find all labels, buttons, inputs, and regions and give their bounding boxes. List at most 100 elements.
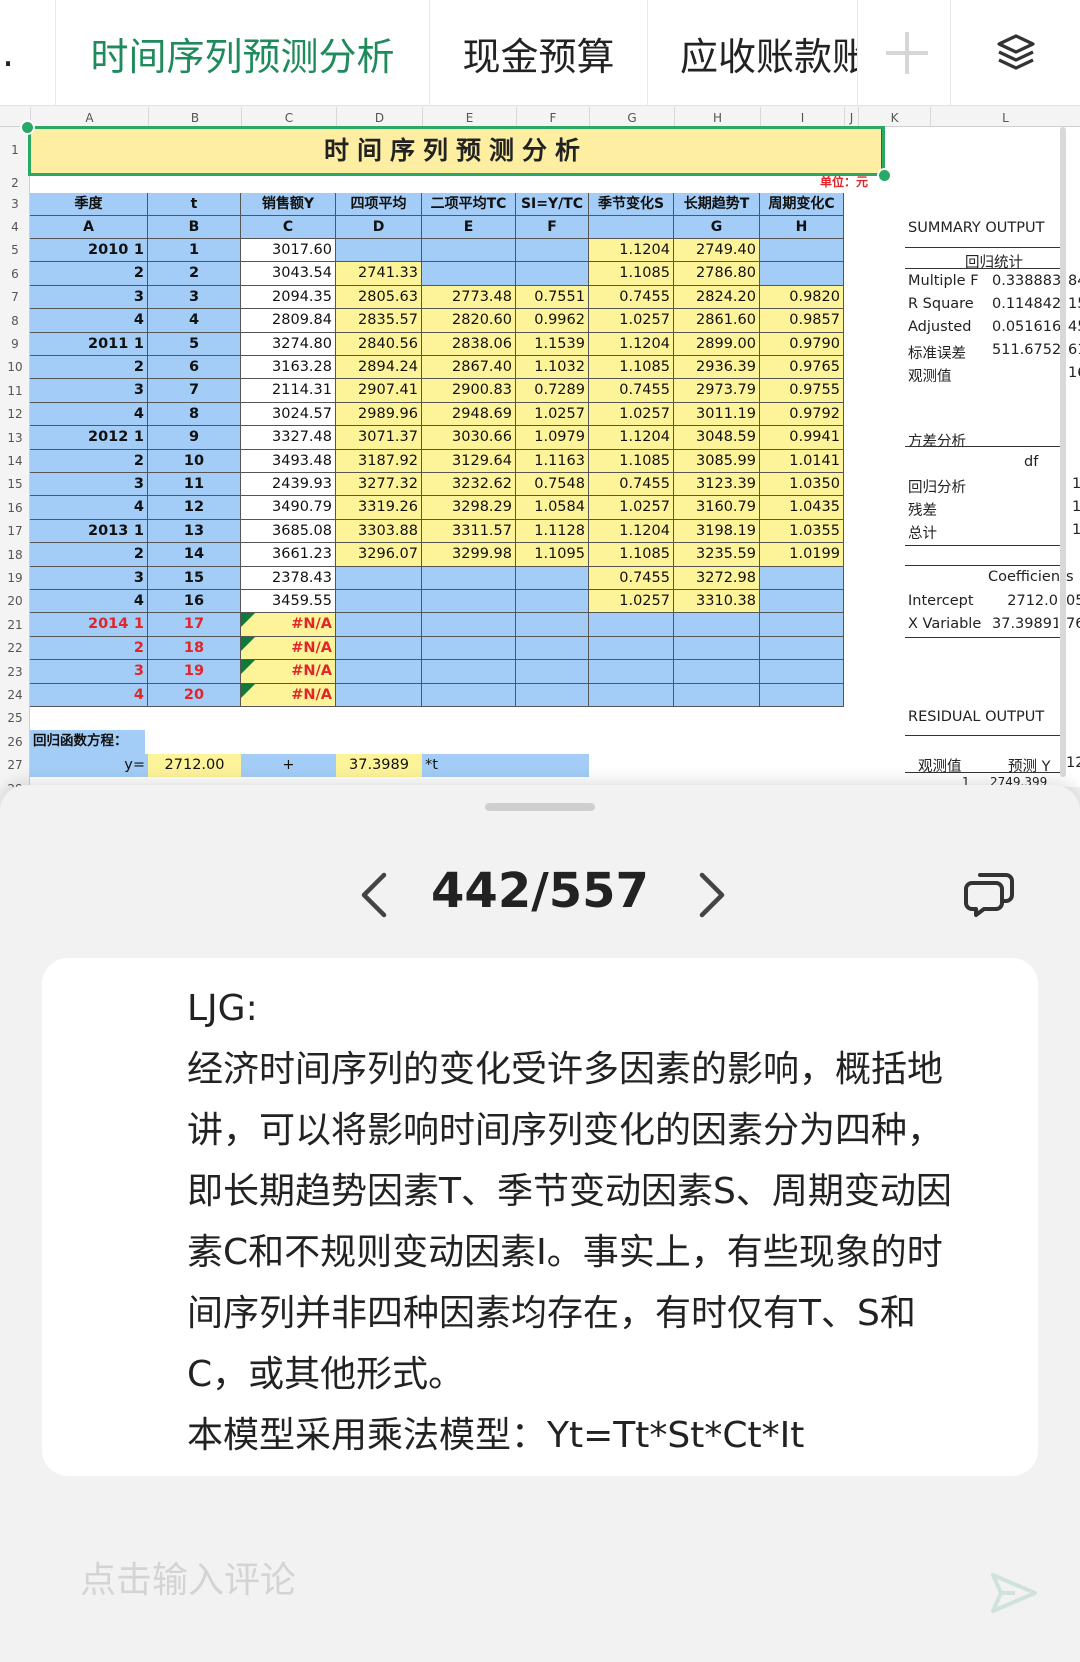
sales-cell[interactable]: 3661.23 bbox=[241, 543, 336, 567]
seasonal-cell[interactable] bbox=[589, 660, 674, 684]
quarter-cell[interactable]: 3 bbox=[30, 473, 148, 496]
t-cell[interactable]: 10 bbox=[148, 450, 241, 473]
spreadsheet-view[interactable]: ABCDEFGHIJKL 1 2 3 4 5 6 7 8 9 10 11 12 13 14 15 16 17 18… bbox=[0, 107, 1080, 787]
two-avg-cell[interactable]: 3129.64 bbox=[422, 450, 516, 473]
cycle-cell[interactable] bbox=[760, 567, 844, 590]
column-header[interactable]: H bbox=[674, 107, 760, 127]
letter-cell[interactable]: C bbox=[241, 216, 336, 239]
row-header[interactable]: 20 bbox=[0, 590, 30, 613]
selection-handle-bottom-right[interactable] bbox=[877, 168, 892, 183]
header-cell[interactable]: t bbox=[148, 193, 241, 216]
add-sheet-plus-icon[interactable] bbox=[882, 28, 932, 78]
cycle-cell[interactable]: 0.9790 bbox=[760, 333, 844, 356]
t-cell[interactable]: 18 bbox=[148, 637, 241, 660]
two-avg-cell[interactable]: 2867.40 bbox=[422, 356, 516, 379]
trend-cell[interactable]: 2786.80 bbox=[674, 262, 760, 286]
row-header[interactable]: 27 bbox=[0, 754, 30, 777]
si-cell[interactable] bbox=[516, 613, 589, 637]
header-cell[interactable]: 二项平均TC bbox=[422, 193, 516, 216]
seasonal-cell[interactable]: 1.1204 bbox=[589, 333, 674, 356]
four-avg-cell[interactable] bbox=[336, 239, 422, 262]
si-cell[interactable]: 0.7289 bbox=[516, 379, 589, 403]
seasonal-cell[interactable]: 1.1085 bbox=[589, 356, 674, 379]
si-cell[interactable] bbox=[516, 239, 589, 262]
four-avg-cell[interactable]: 2835.57 bbox=[336, 309, 422, 333]
si-cell[interactable]: 1.1128 bbox=[516, 520, 589, 543]
quarter-cell[interactable]: 2012 1 bbox=[30, 426, 148, 450]
row-header[interactable]: 15 bbox=[0, 473, 30, 496]
sales-cell[interactable]: 2378.43 bbox=[241, 567, 336, 590]
four-avg-cell[interactable]: 3303.88 bbox=[336, 520, 422, 543]
si-cell[interactable] bbox=[516, 660, 589, 684]
two-avg-cell[interactable] bbox=[422, 590, 516, 613]
sales-cell[interactable]: #N/A bbox=[241, 637, 336, 660]
si-cell[interactable] bbox=[516, 262, 589, 286]
two-avg-cell[interactable] bbox=[422, 613, 516, 637]
quarter-cell[interactable]: 4 bbox=[30, 684, 148, 707]
t-cell[interactable]: 1 bbox=[148, 239, 241, 262]
seasonal-cell[interactable]: 1.0257 bbox=[589, 403, 674, 426]
column-header[interactable]: F bbox=[516, 107, 589, 127]
four-avg-cell[interactable] bbox=[336, 684, 422, 707]
trend-cell[interactable]: 3235.59 bbox=[674, 543, 760, 567]
sales-cell[interactable]: 3043.54 bbox=[241, 262, 336, 286]
cycle-cell[interactable] bbox=[760, 239, 844, 262]
si-cell[interactable]: 0.7551 bbox=[516, 286, 589, 309]
regression-plus[interactable]: + bbox=[241, 754, 336, 777]
trend-cell[interactable]: 3272.98 bbox=[674, 567, 760, 590]
trend-cell[interactable] bbox=[674, 637, 760, 660]
trend-cell[interactable]: 2824.20 bbox=[674, 286, 760, 309]
two-avg-cell[interactable]: 3298.29 bbox=[422, 496, 516, 520]
column-header[interactable]: A bbox=[30, 107, 148, 127]
four-avg-cell[interactable] bbox=[336, 590, 422, 613]
si-cell[interactable]: 1.0257 bbox=[516, 403, 589, 426]
row-header[interactable]: 19 bbox=[0, 567, 30, 590]
sales-cell[interactable]: 2094.35 bbox=[241, 286, 336, 309]
t-cell[interactable]: 2 bbox=[148, 262, 241, 286]
two-avg-cell[interactable]: 2948.69 bbox=[422, 403, 516, 426]
si-cell[interactable] bbox=[516, 684, 589, 707]
row-header[interactable]: 24 bbox=[0, 684, 30, 707]
sales-cell[interactable]: 2114.31 bbox=[241, 379, 336, 403]
two-avg-cell[interactable] bbox=[422, 567, 516, 590]
cycle-cell[interactable]: 1.0350 bbox=[760, 473, 844, 496]
quarter-cell[interactable]: 2014 1 bbox=[30, 613, 148, 637]
trend-cell[interactable]: 3048.59 bbox=[674, 426, 760, 450]
cycle-cell[interactable]: 0.9820 bbox=[760, 286, 844, 309]
seasonal-cell[interactable]: 0.7455 bbox=[589, 567, 674, 590]
cycle-cell[interactable]: 1.0435 bbox=[760, 496, 844, 520]
t-cell[interactable]: 7 bbox=[148, 379, 241, 403]
t-cell[interactable]: 4 bbox=[148, 309, 241, 333]
sales-cell[interactable]: 3163.28 bbox=[241, 356, 336, 379]
t-cell[interactable]: 13 bbox=[148, 520, 241, 543]
sales-cell[interactable]: 3490.79 bbox=[241, 496, 336, 520]
sales-cell[interactable]: 2809.84 bbox=[241, 309, 336, 333]
si-cell[interactable] bbox=[516, 590, 589, 613]
four-avg-cell[interactable]: 2907.41 bbox=[336, 379, 422, 403]
row-header[interactable]: 9 bbox=[0, 333, 30, 356]
two-avg-cell[interactable] bbox=[422, 262, 516, 286]
column-header[interactable]: J bbox=[844, 107, 858, 127]
letter-cell[interactable]: A bbox=[30, 216, 148, 239]
cycle-cell[interactable] bbox=[760, 637, 844, 660]
row-header[interactable]: 3 bbox=[0, 193, 30, 216]
four-avg-cell[interactable]: 3277.32 bbox=[336, 473, 422, 496]
header-cell[interactable]: 长期趋势T bbox=[674, 193, 760, 216]
regression-intercept[interactable]: 2712.00 bbox=[148, 754, 241, 777]
four-avg-cell[interactable]: 2741.33 bbox=[336, 262, 422, 286]
row-header[interactable]: 10 bbox=[0, 356, 30, 379]
selection-handle-top-left[interactable] bbox=[20, 120, 35, 135]
sales-cell[interactable]: 3493.48 bbox=[241, 450, 336, 473]
row-header[interactable]: 7 bbox=[0, 286, 30, 309]
cycle-cell[interactable]: 0.9765 bbox=[760, 356, 844, 379]
quarter-cell[interactable]: 4 bbox=[30, 496, 148, 520]
regression-label[interactable]: 回归函数方程： bbox=[30, 730, 145, 754]
si-cell[interactable]: 1.1163 bbox=[516, 450, 589, 473]
column-header[interactable]: E bbox=[422, 107, 516, 127]
sales-cell[interactable]: 3024.57 bbox=[241, 403, 336, 426]
header-cell[interactable]: 销售额Y bbox=[241, 193, 336, 216]
trend-cell[interactable]: 2749.40 bbox=[674, 239, 760, 262]
letter-cell[interactable]: E bbox=[422, 216, 516, 239]
column-header[interactable]: K bbox=[858, 107, 930, 127]
header-cell[interactable]: SI=Y/TC bbox=[516, 193, 589, 216]
